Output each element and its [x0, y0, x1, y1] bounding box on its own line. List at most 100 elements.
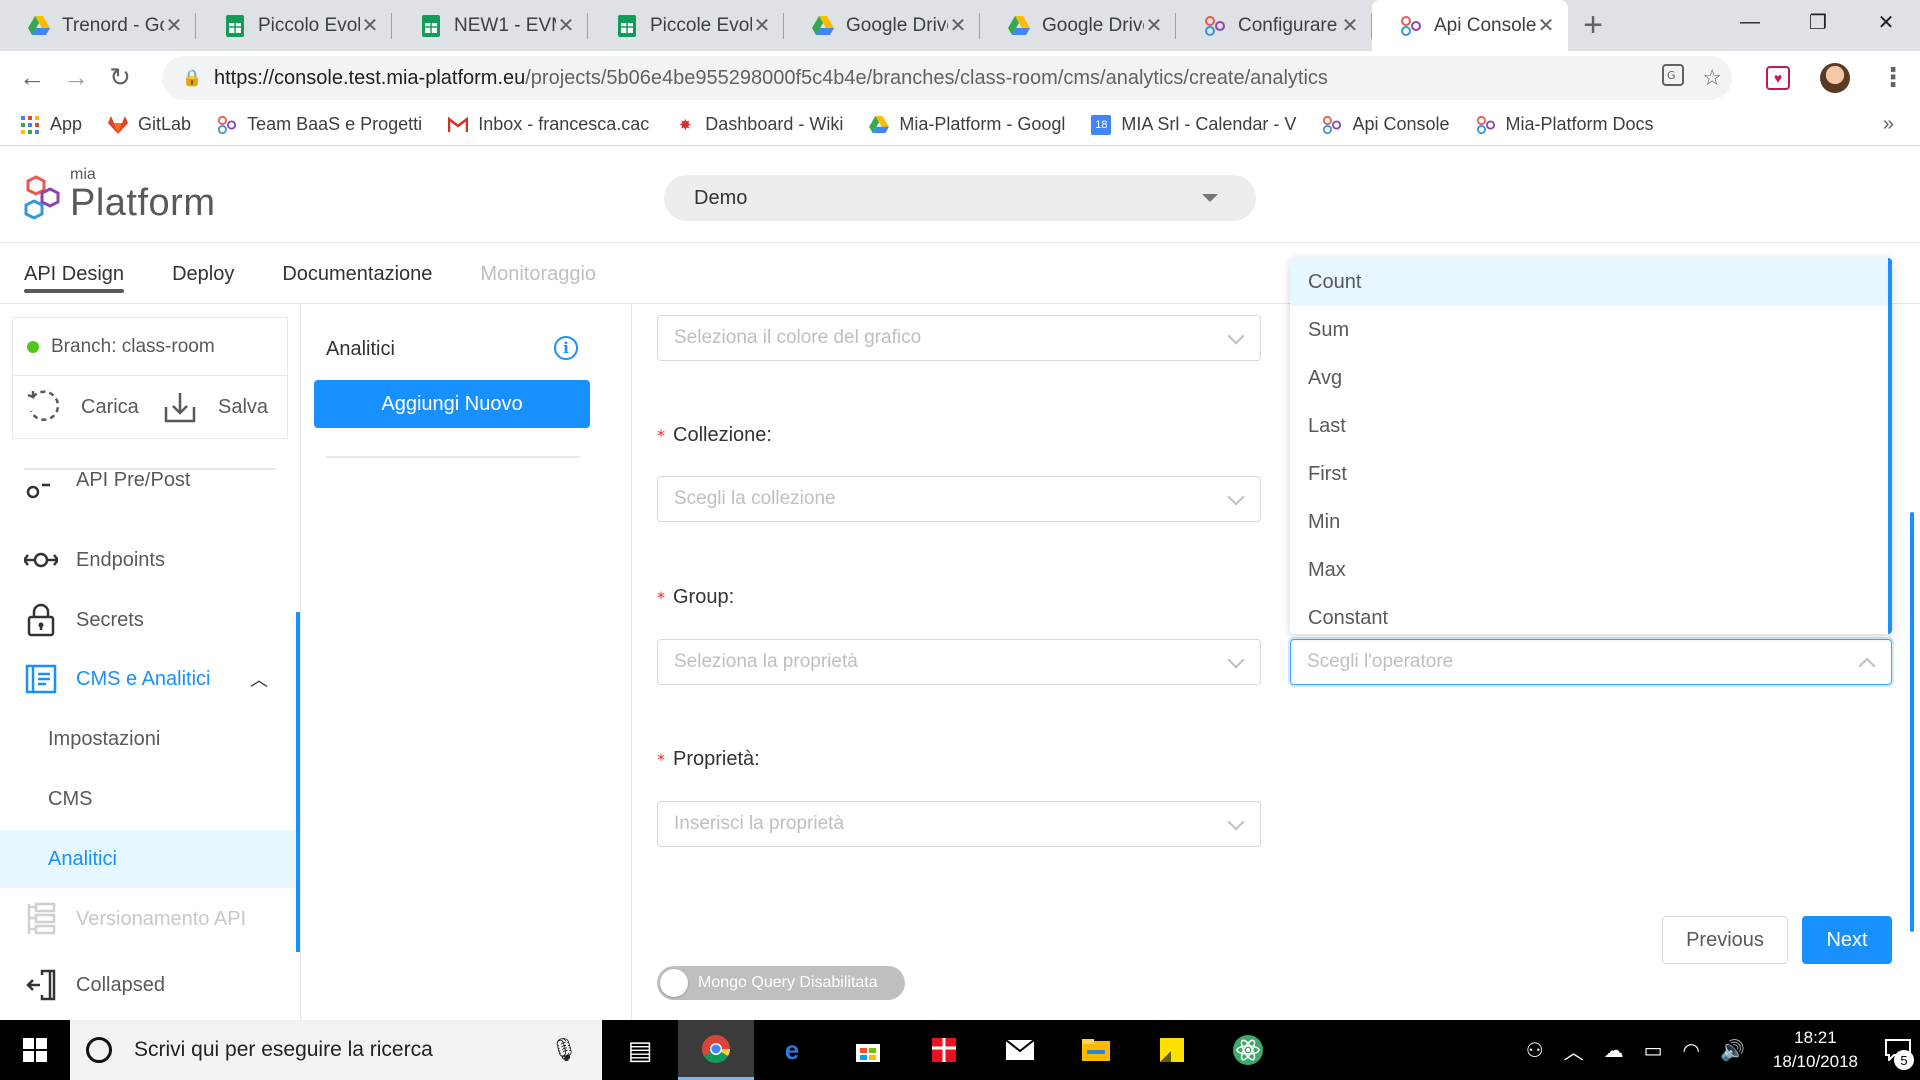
bookmark-item[interactable]: Inbox - francesca.cac — [448, 114, 649, 135]
browser-tab-active[interactable]: Api Console ✕ — [1372, 0, 1568, 51]
browser-tab[interactable]: Google Drive ✕ — [784, 0, 980, 51]
sidebar-item-secrets[interactable]: Secrets — [0, 591, 296, 649]
sidebar-item-cms-analytics[interactable]: CMS e Analitici ︿ — [0, 650, 296, 708]
task-view-icon[interactable]: ▤ — [602, 1020, 678, 1080]
sticky-notes-icon[interactable] — [1134, 1020, 1210, 1080]
save-button[interactable]: Salva — [150, 389, 287, 425]
avatar[interactable] — [1820, 62, 1850, 93]
browser-tab[interactable]: Piccole Evolu ✕ — [588, 0, 784, 51]
operator-option-constant[interactable]: Constant — [1290, 594, 1892, 634]
bookmark-item[interactable]: GitLab — [108, 114, 191, 135]
sidebar-item-api-pre-post[interactable]: API Pre/Post — [0, 472, 296, 512]
bookmark-item[interactable]: Mia-Platform - Googl — [869, 114, 1065, 135]
reload-icon[interactable]: ↻ — [98, 56, 142, 100]
gift-icon[interactable] — [906, 1020, 982, 1080]
next-button[interactable]: Next — [1802, 916, 1892, 964]
close-tab-icon[interactable]: ✕ — [164, 13, 184, 38]
minimize-icon[interactable]: — — [1716, 0, 1784, 44]
browser-tab[interactable]: Piccolo Evolu ✕ — [196, 0, 392, 51]
edge-icon[interactable]: e — [754, 1020, 830, 1080]
browser-tab[interactable]: NEW1 - EVM ✕ — [392, 0, 588, 51]
bookmarks-overflow-icon[interactable]: » — [1883, 113, 1894, 136]
store-icon[interactable] — [830, 1020, 906, 1080]
sidebar-scrollbar[interactable] — [296, 612, 300, 952]
browser-tab[interactable]: Google Drive ✕ — [980, 0, 1176, 51]
previous-button[interactable]: Previous — [1662, 916, 1788, 964]
volume-icon[interactable]: 🔊 — [1720, 1038, 1745, 1063]
bookmark-star-icon[interactable]: ☆ — [1702, 65, 1722, 91]
windows-start-icon[interactable] — [0, 1020, 70, 1080]
wifi-icon[interactable]: ◠ — [1683, 1038, 1700, 1063]
browser-tab[interactable]: Trenord - Go ✕ — [0, 0, 196, 51]
collection-select[interactable]: Scegli la collezione — [657, 476, 1261, 522]
file-explorer-icon[interactable] — [1058, 1020, 1134, 1080]
close-tab-icon[interactable]: ✕ — [1340, 13, 1360, 38]
info-icon[interactable]: i — [554, 336, 578, 360]
logo-text: Platform — [70, 182, 216, 224]
browser-toolbar: ← → ↻ 🔒 https://console.test.mia-platfor… — [0, 51, 1920, 104]
close-window-icon[interactable]: ✕ — [1852, 0, 1920, 44]
address-bar[interactable]: 🔒 https://console.test.mia-platform.eu/p… — [162, 56, 1732, 100]
browser-tab[interactable]: Configurare ✕ — [1176, 0, 1372, 51]
action-center-icon[interactable]: 5 — [1876, 1020, 1920, 1080]
project-select[interactable]: Demo — [664, 175, 1256, 221]
close-tab-icon[interactable]: ✕ — [1144, 13, 1164, 38]
microphone-icon[interactable]: 🎙 — [550, 1037, 578, 1063]
save-label: Salva — [218, 395, 269, 418]
sidebar-item-endpoints[interactable]: Endpoints — [0, 531, 296, 589]
new-tab-button[interactable]: + — [1568, 0, 1618, 51]
dropdown-scrollbar[interactable] — [1888, 258, 1892, 634]
translate-icon[interactable]: G — [1662, 64, 1685, 92]
sidebar-item-analytics[interactable]: Analitici — [0, 830, 296, 888]
operator-option-min[interactable]: Min — [1290, 498, 1892, 546]
more-menu-icon[interactable]: ⋮ — [1880, 62, 1906, 93]
operator-select[interactable]: Scegli l'operatore — [1290, 639, 1892, 685]
operator-option-count[interactable]: Count — [1290, 258, 1892, 306]
menu-item-api-design[interactable]: API Design — [24, 243, 125, 303]
onedrive-icon[interactable]: ☁ — [1604, 1038, 1624, 1063]
tab-title: NEW1 - EVM — [454, 14, 556, 36]
form-scrollbar[interactable] — [1910, 512, 1914, 932]
operator-option-last[interactable]: Last — [1290, 402, 1892, 450]
add-new-button[interactable]: Aggiungi Nuovo — [314, 380, 590, 428]
operator-option-avg[interactable]: Avg — [1290, 354, 1892, 402]
restore-icon[interactable]: ❐ — [1784, 0, 1852, 44]
menu-item-deploy[interactable]: Deploy — [172, 243, 234, 303]
extension-icon[interactable]: ♥ — [1766, 65, 1790, 90]
close-tab-icon[interactable]: ✕ — [1536, 13, 1556, 38]
group-property-select[interactable]: Seleziona la proprietà — [657, 639, 1261, 685]
mail-icon[interactable] — [982, 1020, 1058, 1080]
bookmark-item[interactable]: App — [20, 114, 82, 135]
atom-icon[interactable] — [1210, 1020, 1286, 1080]
bookmark-item[interactable]: Team BaaS e Progetti — [217, 114, 422, 135]
sidebar-item-settings[interactable]: Impostazioni — [0, 710, 296, 768]
chrome-icon[interactable] — [678, 1020, 754, 1080]
menu-item-documentation[interactable]: Documentazione — [282, 243, 432, 303]
collapse-sidebar-button[interactable]: Collapsed — [0, 956, 296, 1014]
mongo-query-toggle[interactable]: Mongo Query Disabilitata — [657, 966, 905, 1000]
load-button[interactable]: Carica — [13, 389, 150, 425]
close-tab-icon[interactable]: ✕ — [948, 13, 968, 38]
chevron-up-icon[interactable]: ︿ — [1564, 1036, 1584, 1065]
mia-platform-logo[interactable]: mia Platform — [22, 166, 216, 225]
close-tab-icon[interactable]: ✕ — [556, 13, 576, 38]
taskbar-search[interactable]: Scrivi qui per eseguire la ricerca 🎙 — [70, 1020, 602, 1080]
forward-icon[interactable]: → — [54, 56, 98, 100]
bookmark-item[interactable]: ✸ Dashboard - Wiki — [675, 114, 843, 135]
back-icon[interactable]: ← — [10, 56, 54, 100]
chart-color-select[interactable]: Seleziona il colore del grafico — [657, 315, 1261, 361]
close-tab-icon[interactable]: ✕ — [360, 13, 380, 38]
sidebar-item-cms[interactable]: CMS — [0, 770, 296, 828]
bookmark-item[interactable]: Api Console — [1322, 114, 1450, 135]
bookmark-item[interactable]: Mia-Platform Docs — [1476, 114, 1654, 135]
operator-option-max[interactable]: Max — [1290, 546, 1892, 594]
clock[interactable]: 18:21 18/10/2018 — [1773, 1026, 1858, 1074]
branch-indicator[interactable]: Branch: class-room — [13, 318, 287, 376]
operator-option-first[interactable]: First — [1290, 450, 1892, 498]
property-select[interactable]: Inserisci la proprietà — [657, 801, 1261, 847]
operator-option-sum[interactable]: Sum — [1290, 306, 1892, 354]
close-tab-icon[interactable]: ✕ — [752, 13, 772, 38]
bookmark-item[interactable]: 18 MIA Srl - Calendar - V — [1091, 114, 1296, 135]
people-icon[interactable]: ⚇ — [1526, 1038, 1544, 1063]
battery-icon[interactable]: ▭ — [1644, 1038, 1663, 1063]
